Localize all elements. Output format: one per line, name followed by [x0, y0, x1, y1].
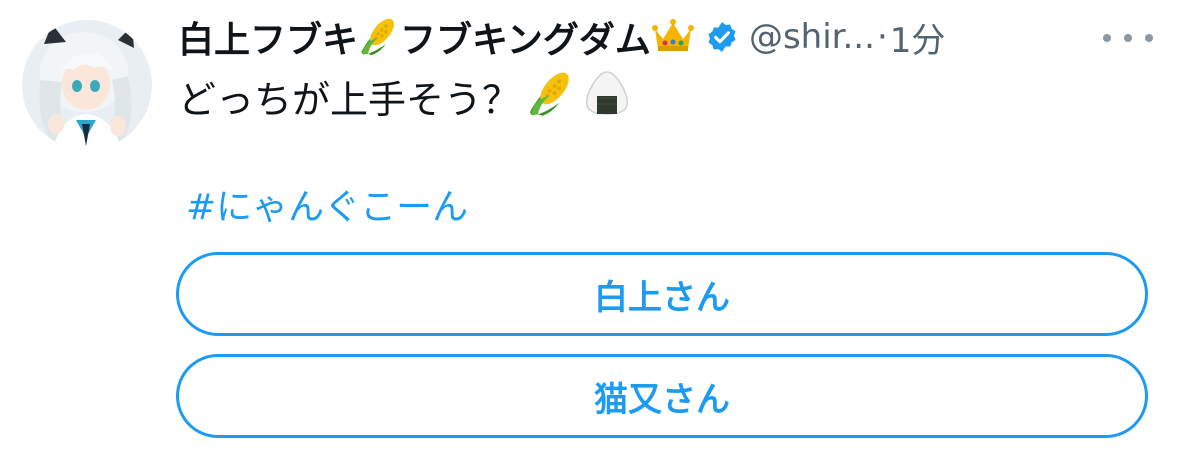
- separator-dot: ·: [876, 17, 888, 57]
- corn-emoji: [526, 67, 576, 126]
- more-dot: [1145, 34, 1153, 42]
- poll-option-1[interactable]: 白上さん: [176, 252, 1148, 336]
- verified-badge-icon: [705, 20, 739, 54]
- tweet-text: どっちが上手そう？: [178, 68, 632, 124]
- timestamp[interactable]: 1分: [890, 13, 946, 62]
- handle[interactable]: @shir...: [749, 17, 875, 57]
- more-dot: [1124, 34, 1132, 42]
- avatar[interactable]: [22, 20, 152, 150]
- crown-emoji: [651, 15, 695, 59]
- more-icon[interactable]: [1103, 26, 1153, 50]
- display-name-suffix[interactable]: フブキングダム: [400, 11, 651, 63]
- poll-option-2[interactable]: 猫又さん: [176, 354, 1148, 438]
- tweet-text-content: どっちが上手そう？: [178, 77, 521, 122]
- onigiri-emoji: [582, 68, 632, 125]
- poll-option-label: 白上さん: [594, 277, 730, 318]
- poll-option-label: 猫又さん: [594, 379, 730, 420]
- corn-emoji: [358, 14, 400, 60]
- tweet-header: 白上フブキ フブキングダム @shir... · 1分: [178, 12, 1078, 62]
- more-dot: [1103, 34, 1111, 42]
- hashtag-link[interactable]: #にゃんぐこーん: [186, 178, 468, 230]
- display-name[interactable]: 白上フブキ: [178, 11, 358, 63]
